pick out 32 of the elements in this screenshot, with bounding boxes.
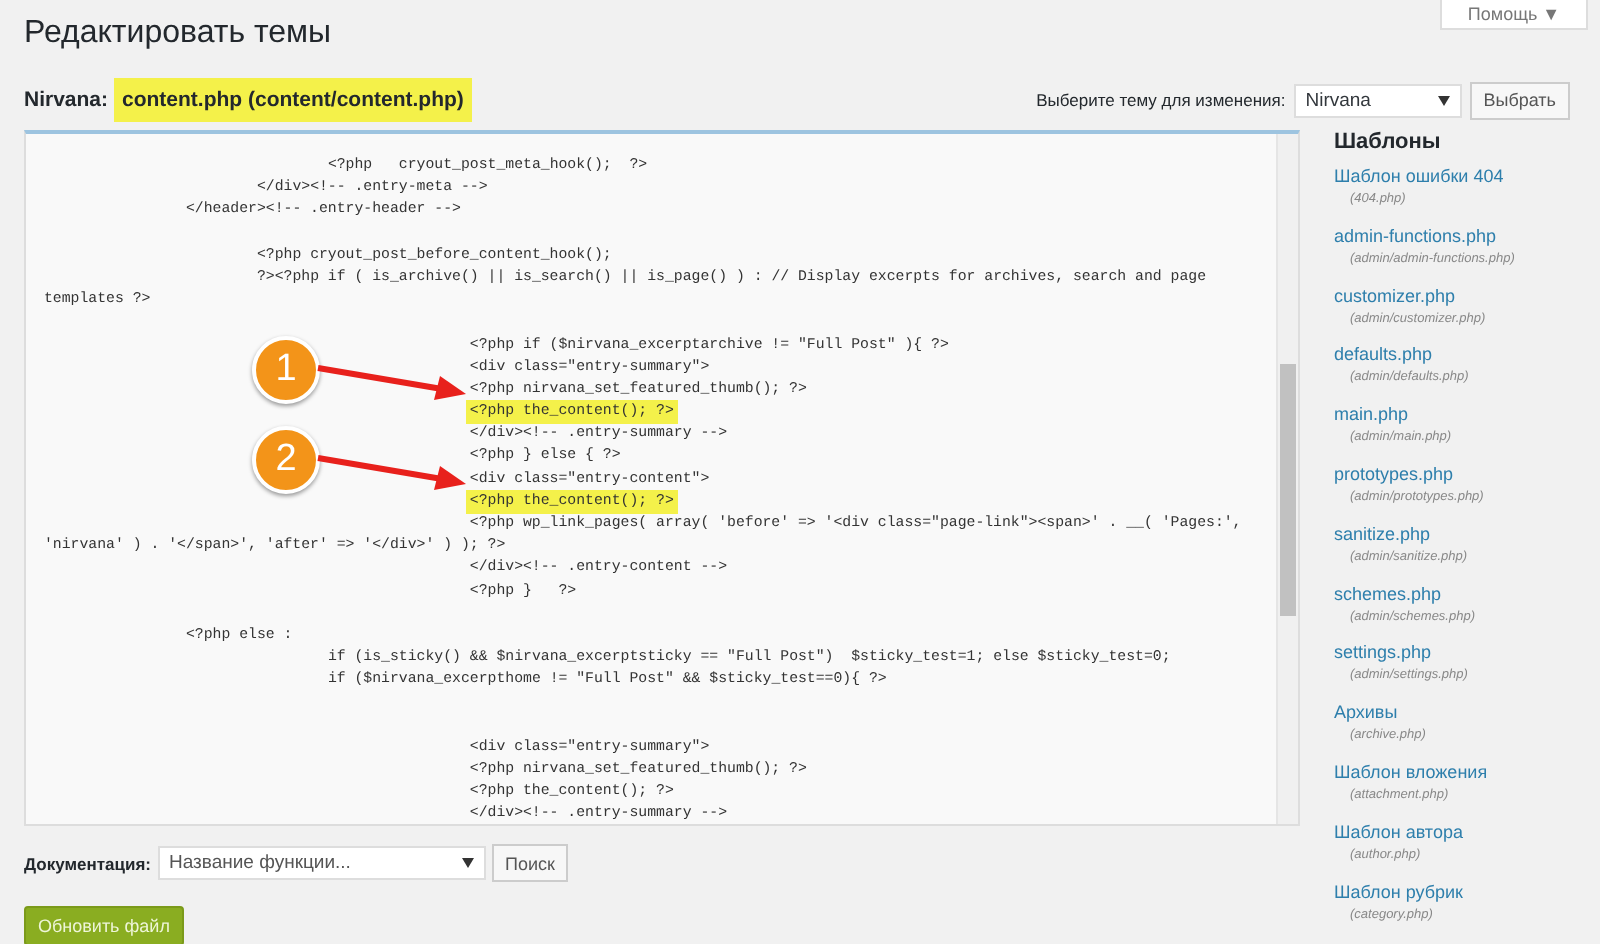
template-link[interactable]: main.php <box>1334 404 1515 425</box>
number-badge: 2 <box>252 425 320 494</box>
templates-heading: Шаблоны <box>1334 130 1443 154</box>
template-link[interactable]: Архивы <box>1334 702 1515 723</box>
file-name: content.php (content/content.php) <box>114 78 472 122</box>
help-button[interactable]: Помощь ▼ <box>1440 0 1588 30</box>
template-link[interactable]: Шаблон ошибки 404 <box>1334 166 1515 186</box>
template-link[interactable]: settings.php <box>1334 642 1515 663</box>
template-link[interactable]: defaults.php <box>1334 344 1515 365</box>
template-link[interactable]: Шаблон вложения <box>1334 761 1515 782</box>
caret-icon <box>461 858 474 868</box>
code-editor[interactable] <box>24 130 1300 826</box>
documentation-label: Документация: <box>24 853 152 873</box>
template-link[interactable]: admin-functions.php <box>1334 225 1515 246</box>
update-file-button[interactable]: Обновить файл <box>24 906 184 944</box>
page-title: Редактировать темы <box>24 14 332 54</box>
template-link[interactable]: sanitize.php <box>1334 523 1515 544</box>
scrollbar-thumb[interactable] <box>1280 364 1296 616</box>
select-button[interactable]: Выбрать <box>1469 81 1570 119</box>
theme-select-label: Выберите тему для изменения: <box>1036 90 1286 110</box>
search-button[interactable]: Поиск <box>491 844 569 882</box>
template-link[interactable]: Шаблон рубрик <box>1334 881 1515 902</box>
template-link[interactable]: Шаблон автора <box>1334 821 1515 842</box>
theme-name: Nirvana: <box>24 88 109 112</box>
number-badge: 1 <box>252 336 320 405</box>
theme-select[interactable]: Nirvana <box>1293 83 1462 117</box>
scrollbar[interactable] <box>1276 134 1298 824</box>
caret-icon <box>1437 95 1450 105</box>
function-select[interactable]: Название функции... <box>157 846 486 880</box>
template-link[interactable]: prototypes.php <box>1334 463 1515 484</box>
template-link[interactable]: customizer.php <box>1334 285 1515 306</box>
template-link[interactable]: schemes.php <box>1334 583 1515 604</box>
